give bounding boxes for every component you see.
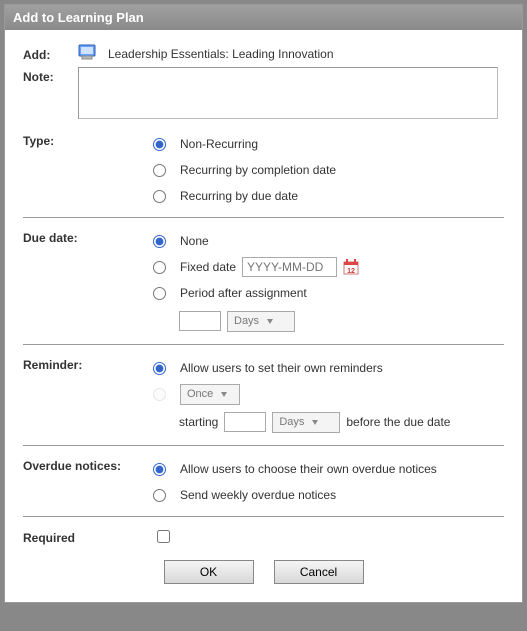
overdue-user[interactable]: Allow users to choose their own overdue …	[153, 456, 504, 482]
due-fixed-radio[interactable]	[153, 261, 166, 274]
add-label: Add:	[23, 45, 78, 62]
overdue-label: Overdue notices:	[23, 456, 153, 473]
type-by-completion-label: Recurring by completion date	[180, 163, 336, 177]
reminder-unit-text: Days	[279, 416, 304, 428]
chevron-down-icon	[221, 388, 227, 400]
dialog-content: Add: Leadership Essentials: Leading Inno…	[5, 30, 522, 602]
reminder-schedule-radio	[153, 388, 166, 401]
overdue-weekly[interactable]: Send weekly overdue notices	[153, 482, 504, 508]
reminder-before-label: before the due date	[346, 415, 450, 429]
chevron-down-icon	[312, 416, 318, 428]
reminder-unit-select[interactable]: Days	[272, 412, 340, 433]
type-by-due[interactable]: Recurring by due date	[153, 183, 504, 209]
due-none[interactable]: None	[153, 228, 504, 254]
reminder-label: Reminder:	[23, 355, 153, 372]
reminder-user-radio[interactable]	[153, 362, 166, 375]
due-period-label: Period after assignment	[180, 286, 307, 300]
dialog-title: Add to Learning Plan	[5, 5, 522, 30]
due-none-label: None	[180, 234, 209, 248]
reminder-starting-label: starting	[179, 415, 218, 429]
svg-text:12: 12	[347, 268, 355, 275]
type-non-recurring[interactable]: Non-Recurring	[153, 131, 504, 157]
due-period-value[interactable]	[179, 311, 221, 331]
computer-icon	[78, 44, 96, 63]
required-label: Required	[23, 528, 153, 545]
overdue-user-radio[interactable]	[153, 463, 166, 476]
due-period[interactable]: Period after assignment	[153, 280, 504, 306]
divider	[23, 516, 504, 517]
required-checkbox[interactable]	[157, 530, 170, 543]
due-date-label: Due date:	[23, 228, 153, 245]
due-none-radio[interactable]	[153, 235, 166, 248]
reminder-freq-text: Once	[187, 388, 213, 400]
overdue-weekly-radio[interactable]	[153, 489, 166, 502]
divider	[23, 344, 504, 345]
reminder-user-label: Allow users to set their own reminders	[180, 361, 383, 375]
type-label: Type:	[23, 131, 153, 148]
reminder-start-value[interactable]	[224, 412, 266, 432]
overdue-user-label: Allow users to choose their own overdue …	[180, 462, 437, 476]
due-period-unit-text: Days	[234, 315, 259, 327]
note-textarea[interactable]	[78, 67, 498, 119]
due-period-radio[interactable]	[153, 287, 166, 300]
due-period-unit-select[interactable]: Days	[227, 311, 295, 332]
type-by-completion[interactable]: Recurring by completion date	[153, 157, 504, 183]
chevron-down-icon	[267, 315, 273, 327]
divider	[23, 217, 504, 218]
type-non-recurring-radio[interactable]	[153, 138, 166, 151]
type-by-due-label: Recurring by due date	[180, 189, 298, 203]
reminder-user[interactable]: Allow users to set their own reminders	[153, 355, 504, 381]
course-title: Leadership Essentials: Leading Innovatio…	[108, 47, 334, 61]
reminder-freq-select[interactable]: Once	[180, 384, 240, 405]
type-non-recurring-label: Non-Recurring	[180, 137, 258, 151]
ok-button[interactable]: OK	[164, 560, 254, 584]
due-fixed-label: Fixed date	[180, 260, 236, 274]
cancel-button[interactable]: Cancel	[274, 560, 364, 584]
type-by-completion-radio[interactable]	[153, 164, 166, 177]
add-to-learning-plan-dialog: Add to Learning Plan Add: Leadership Ess…	[4, 4, 523, 603]
divider	[23, 445, 504, 446]
due-fixed-input[interactable]	[242, 257, 337, 277]
note-label: Note:	[23, 67, 78, 84]
overdue-weekly-label: Send weekly overdue notices	[180, 488, 336, 502]
type-by-due-radio[interactable]	[153, 190, 166, 203]
calendar-icon[interactable]: 12	[343, 259, 359, 275]
